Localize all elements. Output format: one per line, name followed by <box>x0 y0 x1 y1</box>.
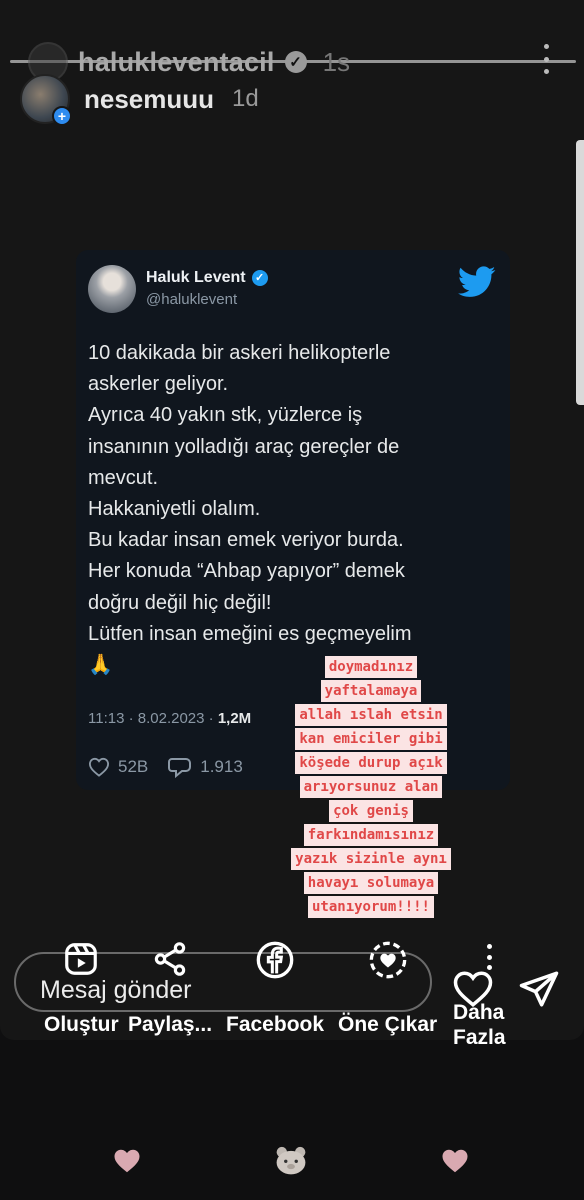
story-viewer: halukleventacil ✓ 1s + nesemuuu 1d Haluk… <box>0 0 584 1040</box>
annotation-line: köşede durup açık <box>295 752 447 774</box>
tweet-line: Ayrıca 40 yakın stk, yüzlerce iş <box>88 404 363 427</box>
annotation-text: doymadınız yaftalamaya allah ıslah etsin… <box>264 656 478 918</box>
tweet-author: Haluk Levent ✓ <box>146 269 268 287</box>
tweet-timestamp: 11:13 · 8.02.2023 · <box>88 710 218 727</box>
story-time: 1d <box>232 85 259 112</box>
reaction-heart-icon[interactable] <box>440 1146 470 1176</box>
tweet-line: Hakkaniyetli olalım. <box>88 498 261 521</box>
annotation-line: yazık sizinle aynı <box>291 848 451 870</box>
tweet-line: 10 dakikada bir askeri helikopterle <box>88 342 391 364</box>
more-options-icon[interactable] <box>485 944 493 970</box>
share-label: Paylaş... <box>128 1013 213 1036</box>
twitter-bird-icon <box>458 266 496 297</box>
tweet-line: doğru değil hiç değil! <box>88 591 272 614</box>
facebook-button[interactable]: Facebook <box>226 940 324 1037</box>
ghost-time: 1s <box>322 46 351 77</box>
avatar[interactable]: + <box>20 74 72 126</box>
story-header: + nesemuuu 1d <box>20 74 259 126</box>
annotation-line: doymadınız <box>324 656 418 678</box>
tweet-text: 10 dakikada bir askeri helikopterle aske… <box>88 338 498 681</box>
annotation-line: allah ıslah etsin <box>295 704 447 726</box>
highlight-button[interactable]: Öne Çıkar <box>338 940 437 1037</box>
share-button[interactable]: Paylaş... <box>128 940 212 1037</box>
annotation-line: farkındamısınız <box>303 824 439 846</box>
tweet-author-name: Haluk Levent <box>146 269 246 286</box>
tweet-meta: 11:13 · 8.02.2023 · 1,2M <box>88 710 251 727</box>
tweet-likes: 52B <box>88 757 148 777</box>
annotation-line: arıyorsunuz alan <box>299 776 443 798</box>
tweet-likes-count: 52B <box>118 757 149 776</box>
tweet-line: askerler geliyor. <box>88 373 229 396</box>
ghost-username[interactable]: halukleventacil <box>78 47 275 78</box>
add-story-icon[interactable]: + <box>52 106 72 126</box>
tweet-line: insanının yolladığı araç gereçler de <box>88 435 400 458</box>
tweet-line: Lütfen insan emeğini es geçmeyelim <box>88 622 412 645</box>
scrollbar[interactable] <box>576 140 584 405</box>
facebook-icon <box>256 941 294 979</box>
create-label: Oluştur <box>44 1013 119 1036</box>
annotation-line: havayı solumaya <box>303 872 439 894</box>
tweet-line: Bu kadar insan emek veriyor burda. <box>88 529 404 552</box>
tweet-views: 1,2M <box>217 710 252 727</box>
highlight-heart-icon <box>369 941 406 979</box>
tweet-handle: @haluklevent <box>146 291 238 308</box>
like-heart-icon[interactable] <box>452 968 494 1010</box>
heart-outline-icon <box>88 757 110 777</box>
create-button[interactable]: Oluştur <box>44 940 119 1037</box>
reply-bubble-icon <box>168 758 192 778</box>
share-icon <box>154 942 186 976</box>
reels-icon <box>65 943 98 975</box>
tweet-replies-count: 1.913 <box>200 757 243 776</box>
tweet-actions: 52B 1.913 <box>88 756 243 778</box>
facebook-label: Facebook <box>226 1013 325 1036</box>
annotation-line: kan emiciler gibi <box>295 728 447 750</box>
story-username[interactable]: nesemuuu <box>84 84 214 115</box>
tweet-avatar <box>88 265 136 313</box>
more-options-icon[interactable] <box>536 44 556 74</box>
reaction-bear-icon[interactable] <box>274 1144 308 1176</box>
tweet-line: Her konuda “Ahbap yapıyor” demek <box>88 560 405 583</box>
annotation-line: utanıyorum!!!! <box>307 896 434 918</box>
send-icon[interactable] <box>518 968 560 1010</box>
tweet-line: mevcut. <box>88 466 159 489</box>
reaction-heart-icon[interactable] <box>112 1146 142 1176</box>
highlight-label: Öne Çıkar <box>338 1013 438 1036</box>
annotation-line: yaftalamaya <box>320 680 422 702</box>
verified-icon: ✓ <box>251 270 268 286</box>
verified-badge-icon: ✓ <box>284 51 307 73</box>
tweet-replies: 1.913 <box>168 756 243 778</box>
annotation-line: çok geniş <box>329 800 413 822</box>
